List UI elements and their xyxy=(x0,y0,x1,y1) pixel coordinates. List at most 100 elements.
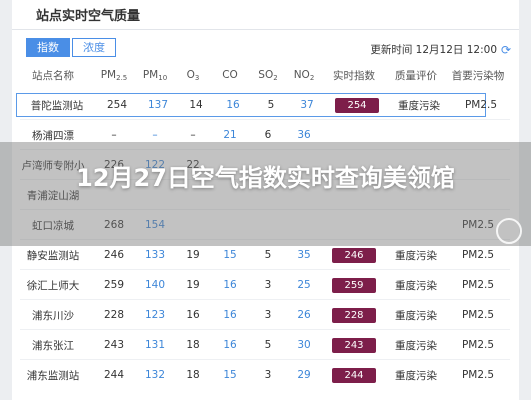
primary-pollutant: PM2.5 xyxy=(461,249,495,261)
col-header-co: CO xyxy=(222,69,238,81)
update-time-label: 更新时间 12月12日 12:00 xyxy=(370,44,497,56)
station-name: 浦东川沙 xyxy=(32,309,74,322)
tab-concentration[interactable]: 浓度 xyxy=(72,38,116,57)
co-value: 21 xyxy=(223,129,237,141)
col-header-station: 站点名称 xyxy=(32,69,74,82)
primary-pollutant: PM2.5 xyxy=(461,339,495,351)
aqi-cell: 259 xyxy=(322,277,386,293)
pm25-value: – xyxy=(111,129,117,141)
so2-value: 3 xyxy=(264,309,272,321)
co-value: 16 xyxy=(223,309,237,321)
pm25-value: 228 xyxy=(103,309,125,321)
quality-level: 重度污染 xyxy=(395,279,437,292)
pm10-value: 131 xyxy=(144,339,166,351)
row-divider xyxy=(20,269,510,270)
so2-value: 5 xyxy=(267,99,275,111)
col-header-no2: NO2 xyxy=(293,68,315,82)
primary-pollutant: PM2.5 xyxy=(461,279,495,291)
globe-icon xyxy=(496,218,522,244)
aqi-badge: 243 xyxy=(332,337,376,353)
aqi-cell: 244 xyxy=(322,367,386,383)
station-name: 浦东张江 xyxy=(32,339,74,352)
o3-value: 16 xyxy=(186,309,200,321)
o3-value: 19 xyxy=(186,279,200,291)
no2-value: 37 xyxy=(300,99,314,111)
col-header-pm10: PM10 xyxy=(142,68,168,82)
aqi-badge: 259 xyxy=(332,277,376,293)
banner-headline: 12月27日空气指数实时查询美领馆 xyxy=(76,164,455,192)
quality-level: 重度污染 xyxy=(398,99,440,112)
co-value: 16 xyxy=(226,99,240,111)
o3-value: 18 xyxy=(186,339,200,351)
no2-value: 36 xyxy=(297,129,311,141)
table-row[interactable]: 静安监测站 246 133 19 15 5 35 246 重度污染 PM2.5 xyxy=(12,243,519,267)
tab-index[interactable]: 指数 xyxy=(26,38,70,57)
aqi-cell: 254 xyxy=(325,97,389,113)
o3-value: 14 xyxy=(189,99,203,111)
quality-level: 重度污染 xyxy=(395,309,437,322)
pm10-value: 137 xyxy=(147,99,169,111)
o3-value: – xyxy=(190,129,196,141)
card-header: 站点实时空气质量 xyxy=(12,0,519,30)
co-value: 15 xyxy=(223,249,237,261)
primary-pollutant: PM2.5 xyxy=(464,99,498,111)
pm25-value: 244 xyxy=(103,369,125,381)
so2-value: 6 xyxy=(264,129,272,141)
table-row[interactable]: 浦东川沙 228 123 16 16 3 26 228 重度污染 PM2.5 xyxy=(12,303,519,327)
aqi-badge: 244 xyxy=(332,367,376,383)
station-name: 浦东监测站 xyxy=(26,369,80,382)
row-divider xyxy=(20,119,510,120)
aqi-cell: 246 xyxy=(322,247,386,263)
pm10-value: – xyxy=(152,129,158,141)
col-header-pm25: PM2.5 xyxy=(100,68,128,82)
so2-value: 5 xyxy=(264,249,272,261)
update-time: 更新时间 12月12日 12:00 ⟳ xyxy=(370,42,513,57)
no2-value: 35 xyxy=(297,249,311,261)
station-name: 徐汇上师大 xyxy=(26,279,80,292)
no2-value: 26 xyxy=(297,309,311,321)
no2-value: 25 xyxy=(297,279,311,291)
pm10-value: 133 xyxy=(144,249,166,261)
col-header-aqi: 实时指数 xyxy=(333,69,375,82)
table-row[interactable]: 徐汇上师大 259 140 19 16 3 25 259 重度污染 PM2.5 xyxy=(12,273,519,297)
pm10-value: 140 xyxy=(144,279,166,291)
table-row[interactable]: 浦东监测站 244 132 18 15 3 29 244 重度污染 PM2.5 xyxy=(12,363,519,387)
row-divider xyxy=(20,329,510,330)
pm25-value: 259 xyxy=(103,279,125,291)
aqi-cell: 243 xyxy=(322,337,386,353)
pm25-value: 254 xyxy=(106,99,128,111)
co-value: 15 xyxy=(223,369,237,381)
so2-value: 5 xyxy=(264,339,272,351)
quality-level: 重度污染 xyxy=(395,339,437,352)
primary-pollutant: PM2.5 xyxy=(461,309,495,321)
o3-value: 18 xyxy=(186,369,200,381)
no2-value: 30 xyxy=(297,339,311,351)
aqi-badge: 246 xyxy=(332,247,376,263)
toolbar: 指数 浓度 更新时间 12月12日 12:00 ⟳ xyxy=(12,30,519,62)
col-header-primary: 首要污染物 xyxy=(451,69,505,82)
col-header-level: 质量评价 xyxy=(395,69,437,82)
col-header-so2: SO2 xyxy=(258,68,278,82)
pm10-value: 123 xyxy=(144,309,166,321)
aqi-cell: 228 xyxy=(322,307,386,323)
col-header-o3: O3 xyxy=(186,68,200,82)
quality-level: 重度污染 xyxy=(395,249,437,262)
pm10-value: 132 xyxy=(144,369,166,381)
station-name: 静安监测站 xyxy=(26,249,80,262)
row-divider xyxy=(20,359,510,360)
co-value: 16 xyxy=(223,339,237,351)
quality-level: 重度污染 xyxy=(395,369,437,382)
so2-value: 3 xyxy=(264,279,272,291)
station-name: 杨浦四漂 xyxy=(32,129,74,142)
row-divider xyxy=(20,299,510,300)
pm25-value: 246 xyxy=(103,249,125,261)
table-header: 站点名称 PM2.5 PM10 O3 CO SO2 NO2 实时指数 质量评价 … xyxy=(12,62,519,88)
refresh-icon[interactable]: ⟳ xyxy=(501,44,513,56)
table-row[interactable]: 浦东张江 243 131 18 16 5 30 243 重度污染 PM2.5 xyxy=(12,333,519,357)
aqi-badge: 254 xyxy=(335,97,379,113)
pm25-value: 243 xyxy=(103,339,125,351)
o3-value: 19 xyxy=(186,249,200,261)
table-row[interactable]: 普陀监测站 254 137 14 16 5 37 254 重度污染 PM2.5 xyxy=(16,93,497,117)
no2-value: 29 xyxy=(297,369,311,381)
aqi-badge: 228 xyxy=(332,307,376,323)
